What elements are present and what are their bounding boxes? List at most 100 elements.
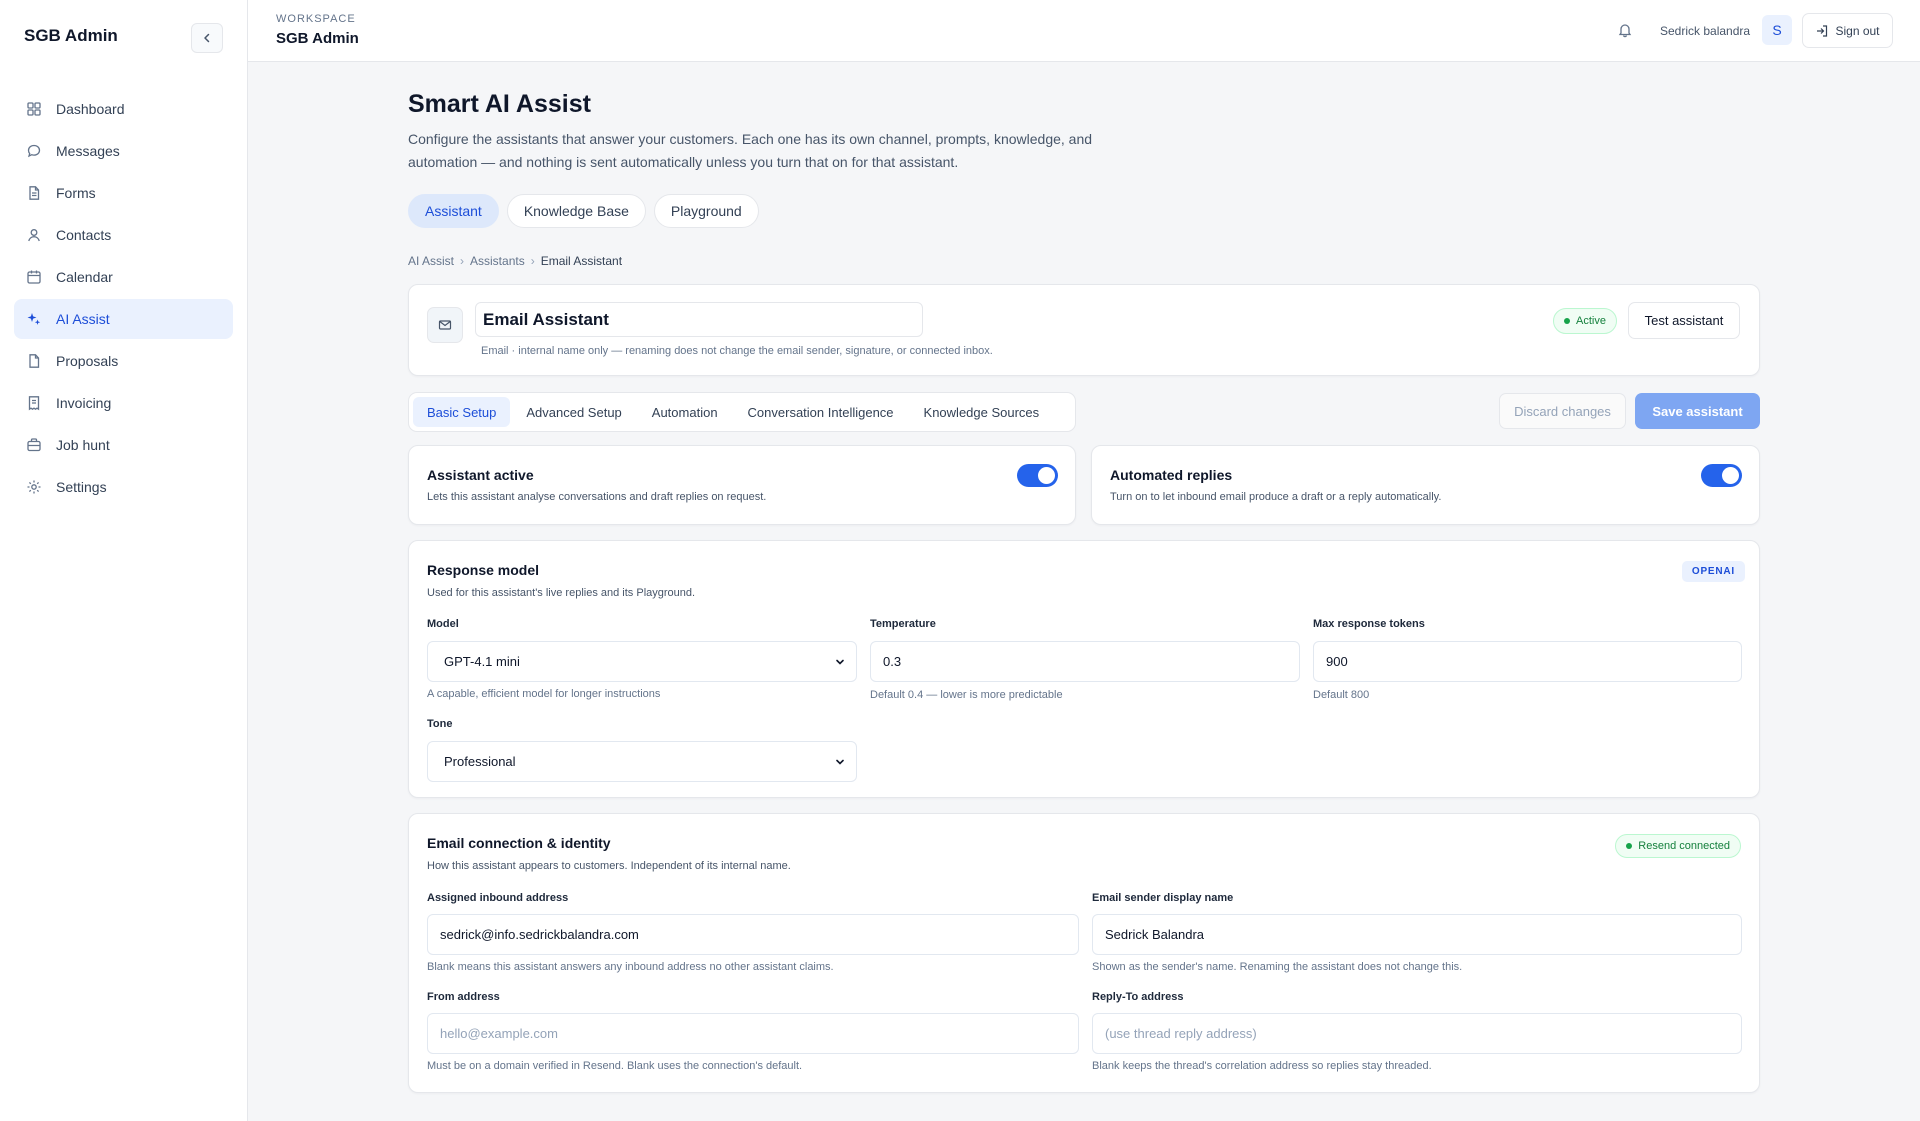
max-tokens-value: 900 — [1326, 654, 1348, 669]
from-address-hint: Must be on a domain verified in Resend. … — [427, 1060, 803, 1072]
sender-name-value: Sedrick Balandra — [1105, 927, 1204, 942]
tab-advanced-setup[interactable]: Advanced Setup — [512, 397, 635, 427]
reply-to-label: Reply-To address — [1092, 991, 1184, 1003]
sidebar-item-invoicing[interactable]: Invoicing — [14, 383, 233, 423]
setup-tabs: Basic Setup Advanced Setup Automation Co… — [408, 392, 1076, 432]
status-dot-icon — [1626, 843, 1633, 849]
discard-changes-button[interactable]: Discard changes — [1499, 393, 1626, 429]
status-label: Active — [1576, 315, 1606, 327]
test-assistant-button[interactable]: Test assistant — [1628, 302, 1740, 339]
tab-knowledge-sources[interactable]: Knowledge Sources — [910, 397, 1054, 427]
sidebar-item-label: Forms — [56, 185, 96, 201]
toggle-knob — [1722, 467, 1739, 484]
collapse-sidebar-button[interactable] — [191, 23, 223, 53]
dashboard-icon — [26, 101, 42, 117]
from-address-input[interactable]: hello@example.com — [427, 1013, 1079, 1054]
workspace-name: SGB Admin — [276, 30, 359, 47]
tone-select-value: Professional — [444, 754, 516, 769]
sidebar: SGB Admin Dashboard Messages Forms Conta… — [0, 0, 248, 1121]
model-hint: A capable, efficient model for longer in… — [427, 688, 661, 700]
mail-icon — [427, 307, 463, 343]
chevron-left-icon — [204, 33, 210, 43]
sender-name-input[interactable]: Sedrick Balandra — [1092, 914, 1742, 955]
sidebar-item-settings[interactable]: Settings — [14, 467, 233, 507]
automated-replies-description: Turn on to let inbound email produce a d… — [1110, 491, 1442, 503]
sidebar-item-messages[interactable]: Messages — [14, 131, 233, 171]
inbound-address-label: Assigned inbound address — [427, 892, 569, 904]
sidebar-item-label: Job hunt — [56, 437, 110, 453]
sender-name-label: Email sender display name — [1092, 892, 1234, 904]
page-description: Configure the assistants that answer you… — [408, 131, 1093, 170]
sidebar-item-label: AI Assist — [56, 311, 110, 327]
max-tokens-input[interactable]: 900 — [1313, 641, 1742, 682]
email-connection-title: Email connection & identity — [427, 835, 611, 851]
breadcrumb: AI Assist › Assistants › Email Assistant — [408, 254, 622, 268]
sidebar-item-contacts[interactable]: Contacts — [14, 215, 233, 255]
tab-playground[interactable]: Playground — [653, 194, 759, 228]
sidebar-item-job-hunt[interactable]: Job hunt — [14, 425, 233, 465]
workspace-label: WORKSPACE — [276, 13, 356, 25]
automated-replies-card: Automated replies Turn on to let inbound… — [1091, 445, 1760, 525]
model-select-value: GPT-4.1 mini — [444, 654, 520, 669]
tab-automation[interactable]: Automation — [638, 397, 732, 427]
topbar: WORKSPACE SGB Admin Sedrick balandra S S… — [248, 0, 1920, 62]
save-assistant-button[interactable]: Save assistant — [1635, 393, 1760, 429]
assistant-active-toggle[interactable] — [1017, 464, 1058, 487]
user-name: Sedrick balandra — [1660, 24, 1751, 38]
sender-name-hint: Shown as the sender's name. Renaming the… — [1092, 961, 1463, 973]
breadcrumb-assistants[interactable]: Assistants — [470, 254, 525, 268]
calendar-icon — [26, 269, 42, 285]
model-select[interactable]: GPT-4.1 mini — [427, 641, 857, 682]
breadcrumb-ai-assist[interactable]: AI Assist — [408, 254, 454, 268]
sidebar-item-label: Dashboard — [56, 101, 125, 117]
sidebar-item-label: Calendar — [56, 269, 113, 285]
max-tokens-label: Max response tokens — [1313, 618, 1425, 630]
assistant-active-title: Assistant active — [427, 467, 534, 483]
tab-assistant[interactable]: Assistant — [408, 194, 499, 228]
reply-to-placeholder: (use thread reply address) — [1105, 1026, 1257, 1041]
email-connection-card: Email connection & identity How this ass… — [408, 813, 1760, 1093]
tab-basic-setup[interactable]: Basic Setup — [413, 397, 511, 427]
sidebar-item-label: Contacts — [56, 227, 112, 243]
assistant-name-hint: Email · internal name only — renaming do… — [481, 345, 993, 357]
form-icon — [26, 185, 42, 201]
sign-out-button[interactable]: Sign out — [1802, 13, 1893, 48]
provider-badge: OPENAI — [1681, 561, 1745, 582]
sparkle-icon — [26, 311, 42, 327]
response-model-card: Response model Used for this assistant's… — [408, 540, 1760, 798]
temperature-value: 0.3 — [883, 654, 902, 669]
reply-to-input[interactable]: (use thread reply address) — [1092, 1013, 1742, 1054]
sidebar-item-label: Messages — [56, 143, 120, 159]
assistant-active-description: Lets this assistant analyse conversation… — [427, 491, 767, 503]
sidebar-item-ai-assist[interactable]: AI Assist — [14, 299, 233, 339]
notifications-bell-icon[interactable] — [1615, 20, 1635, 40]
assistant-name-input[interactable] — [475, 302, 923, 337]
tab-conversation-intelligence[interactable]: Conversation Intelligence — [734, 397, 908, 427]
inbound-address-value: sedrick@info.sedrickbalandra.com — [440, 927, 639, 942]
sidebar-item-label: Settings — [56, 479, 107, 495]
sidebar-item-forms[interactable]: Forms — [14, 173, 233, 213]
tab-knowledge-base[interactable]: Knowledge Base — [506, 194, 646, 228]
sidebar-item-label: Invoicing — [56, 395, 112, 411]
avatar[interactable]: S — [1762, 15, 1792, 45]
toggle-knob — [1038, 467, 1055, 484]
inbound-address-input[interactable]: sedrick@info.sedrickbalandra.com — [427, 914, 1079, 955]
automated-replies-toggle[interactable] — [1701, 464, 1742, 487]
tone-label: Tone — [427, 718, 453, 730]
sidebar-item-calendar[interactable]: Calendar — [14, 257, 233, 297]
breadcrumb-separator: › — [460, 254, 465, 268]
tone-select[interactable]: Professional — [427, 741, 857, 782]
from-address-label: From address — [427, 991, 500, 1003]
status-badge: Active — [1553, 308, 1617, 334]
from-address-placeholder: hello@example.com — [440, 1026, 558, 1041]
gear-icon — [26, 479, 42, 495]
assistant-header-card: Email · internal name only — renaming do… — [408, 284, 1760, 376]
sidebar-item-dashboard[interactable]: Dashboard — [14, 89, 233, 129]
assistant-active-card: Assistant active Lets this assistant ana… — [408, 445, 1076, 525]
briefcase-icon — [26, 437, 42, 453]
breadcrumb-current: Email Assistant — [540, 254, 623, 268]
temperature-hint: Default 0.4 — lower is more predictable — [870, 689, 1063, 701]
sidebar-item-proposals[interactable]: Proposals — [14, 341, 233, 381]
temperature-input[interactable]: 0.3 — [870, 641, 1300, 682]
page-tabs: Assistant Knowledge Base Playground — [408, 194, 759, 228]
